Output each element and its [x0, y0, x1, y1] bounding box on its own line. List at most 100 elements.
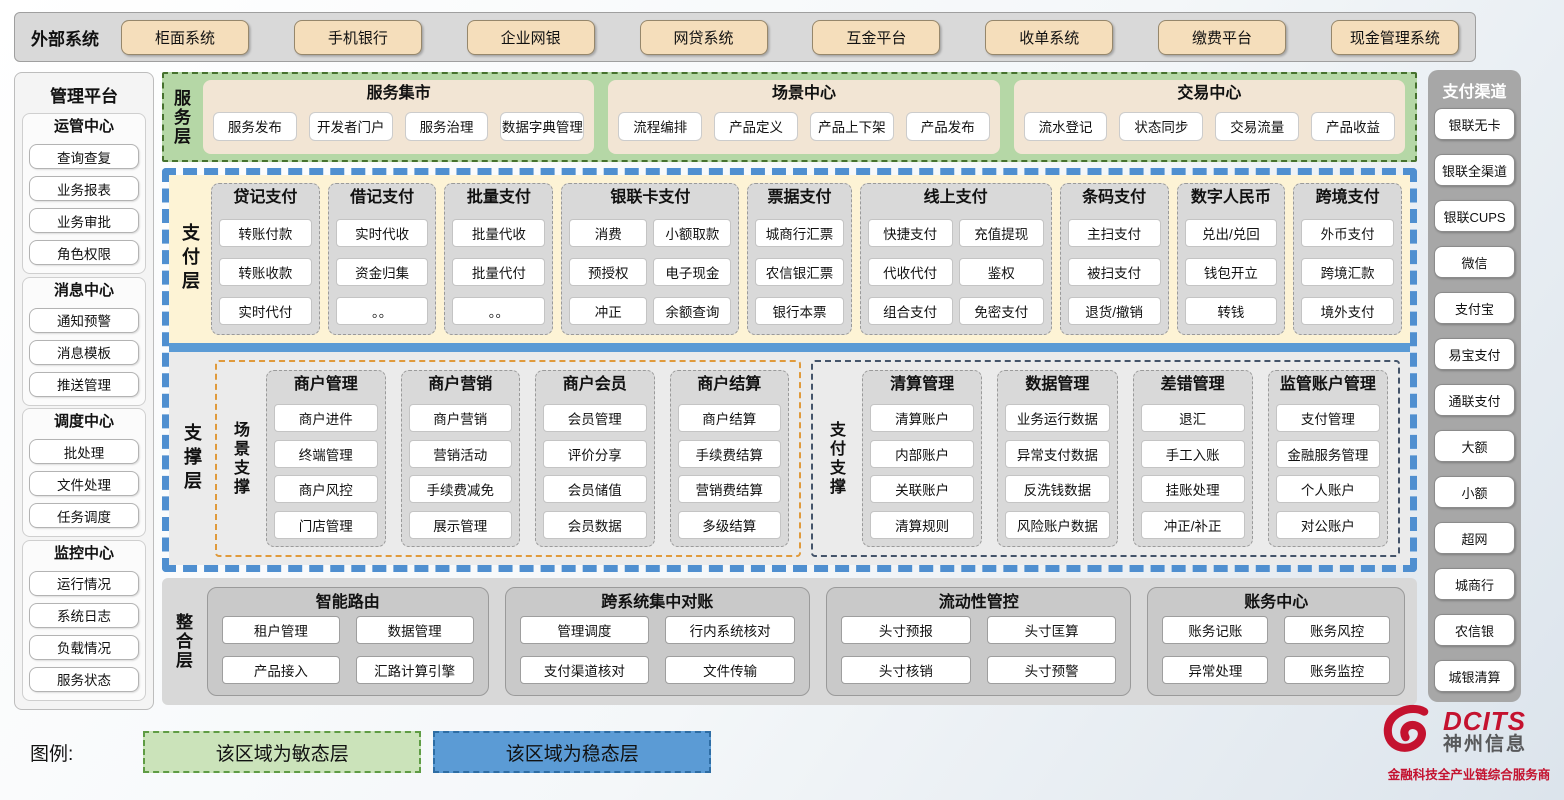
support-function-button[interactable]: 商户风控 [274, 475, 378, 503]
integration-function-button[interactable]: 头寸预报 [841, 616, 971, 644]
service-function-button[interactable]: 服务治理 [405, 112, 489, 141]
service-function-button[interactable]: 状态同步 [1119, 112, 1203, 141]
payment-function-button[interactable]: 银行本票 [755, 297, 843, 325]
support-function-button[interactable]: 清算规则 [870, 511, 974, 539]
service-function-button[interactable]: 流程编排 [618, 112, 702, 141]
payment-channel-button[interactable]: 易宝支付 [1434, 338, 1515, 370]
support-function-button[interactable]: 业务运行数据 [1005, 404, 1109, 432]
support-function-button[interactable]: 评价分享 [543, 440, 647, 468]
external-system-button[interactable]: 现金管理系统 [1331, 20, 1459, 55]
payment-function-button[interactable]: 境外支付 [1301, 297, 1394, 325]
external-system-button[interactable]: 网贷系统 [640, 20, 768, 55]
payment-function-button[interactable]: 鉴权 [959, 258, 1044, 286]
payment-function-button[interactable]: 快捷支付 [868, 219, 953, 247]
integration-function-button[interactable]: 头寸匡算 [987, 616, 1117, 644]
external-system-button[interactable]: 手机银行 [294, 20, 422, 55]
service-function-button[interactable]: 服务发布 [213, 112, 297, 141]
payment-function-button[interactable]: 转账付款 [219, 219, 312, 247]
external-system-button[interactable]: 互金平台 [812, 20, 940, 55]
support-function-button[interactable]: 冲正/补正 [1141, 511, 1245, 539]
payment-function-button[interactable]: 实时代付 [219, 297, 312, 325]
support-function-button[interactable]: 手续费减免 [409, 475, 513, 503]
support-function-button[interactable]: 会员数据 [543, 511, 647, 539]
support-function-button[interactable]: 对公账户 [1276, 511, 1380, 539]
support-function-button[interactable]: 会员管理 [543, 404, 647, 432]
management-menu-button[interactable]: 业务报表 [29, 176, 139, 201]
support-function-button[interactable]: 关联账户 [870, 475, 974, 503]
support-function-button[interactable]: 清算账户 [870, 404, 974, 432]
payment-function-button[interactable]: 跨境汇款 [1301, 258, 1394, 286]
payment-function-button[interactable]: 预授权 [569, 258, 647, 286]
payment-channel-button[interactable]: 银联CUPS [1434, 200, 1515, 232]
service-function-button[interactable]: 产品发布 [906, 112, 990, 141]
service-function-button[interactable]: 交易流量 [1215, 112, 1299, 141]
integration-function-button[interactable]: 行内系统核对 [665, 616, 795, 644]
support-function-button[interactable]: 内部账户 [870, 440, 974, 468]
integration-function-button[interactable]: 管理调度 [520, 616, 650, 644]
payment-function-button[interactable]: 余额查询 [653, 297, 731, 325]
integration-function-button[interactable]: 异常处理 [1162, 656, 1268, 684]
support-function-button[interactable]: 终端管理 [274, 440, 378, 468]
payment-function-button[interactable]: 电子现金 [653, 258, 731, 286]
support-function-button[interactable]: 异常支付数据 [1005, 440, 1109, 468]
integration-function-button[interactable]: 账务记账 [1162, 616, 1268, 644]
payment-function-button[interactable]: 充值提现 [959, 219, 1044, 247]
management-menu-button[interactable]: 运行情况 [29, 571, 139, 596]
external-system-button[interactable]: 柜面系统 [121, 20, 249, 55]
support-function-button[interactable]: 会员储值 [543, 475, 647, 503]
payment-channel-button[interactable]: 城银清算 [1434, 660, 1515, 692]
management-menu-button[interactable]: 角色权限 [29, 240, 139, 265]
integration-function-button[interactable]: 头寸预警 [987, 656, 1117, 684]
support-function-button[interactable]: 商户结算 [678, 404, 782, 432]
management-menu-button[interactable]: 查询查复 [29, 144, 139, 169]
support-function-button[interactable]: 门店管理 [274, 511, 378, 539]
payment-function-button[interactable]: 。。 [336, 297, 429, 325]
support-function-button[interactable]: 金融服务管理 [1276, 440, 1380, 468]
payment-function-button[interactable]: 免密支付 [959, 297, 1044, 325]
service-function-button[interactable]: 产品上下架 [810, 112, 894, 141]
payment-function-button[interactable]: 主扫支付 [1068, 219, 1161, 247]
payment-channel-button[interactable]: 超网 [1434, 522, 1515, 554]
payment-channel-button[interactable]: 大额 [1434, 430, 1515, 462]
payment-channel-button[interactable]: 城商行 [1434, 568, 1515, 600]
payment-function-button[interactable]: 农信银汇票 [755, 258, 843, 286]
management-menu-button[interactable]: 系统日志 [29, 603, 139, 628]
payment-channel-button[interactable]: 银联无卡 [1434, 108, 1515, 140]
management-menu-button[interactable]: 负载情况 [29, 635, 139, 660]
payment-channel-button[interactable]: 通联支付 [1434, 384, 1515, 416]
service-function-button[interactable]: 流水登记 [1024, 112, 1108, 141]
external-system-button[interactable]: 缴费平台 [1158, 20, 1286, 55]
management-menu-button[interactable]: 推送管理 [29, 372, 139, 397]
management-menu-button[interactable]: 服务状态 [29, 667, 139, 692]
payment-function-button[interactable]: 小额取款 [653, 219, 731, 247]
integration-function-button[interactable]: 支付渠道核对 [520, 656, 650, 684]
payment-function-button[interactable]: 消费 [569, 219, 647, 247]
management-menu-button[interactable]: 任务调度 [29, 503, 139, 528]
payment-channel-button[interactable]: 微信 [1434, 246, 1515, 278]
payment-channel-button[interactable]: 小额 [1434, 476, 1515, 508]
support-function-button[interactable]: 营销活动 [409, 440, 513, 468]
payment-function-button[interactable]: 批量代付 [452, 258, 545, 286]
support-function-button[interactable]: 展示管理 [409, 511, 513, 539]
integration-function-button[interactable]: 账务监控 [1284, 656, 1390, 684]
integration-function-button[interactable]: 数据管理 [356, 616, 474, 644]
integration-function-button[interactable]: 头寸核销 [841, 656, 971, 684]
service-function-button[interactable]: 开发者门户 [309, 112, 393, 141]
management-menu-button[interactable]: 通知预警 [29, 308, 139, 333]
management-menu-button[interactable]: 批处理 [29, 439, 139, 464]
payment-channel-button[interactable]: 农信银 [1434, 614, 1515, 646]
support-function-button[interactable]: 退汇 [1141, 404, 1245, 432]
service-function-button[interactable]: 数据字典管理 [500, 112, 584, 141]
support-function-button[interactable]: 多级结算 [678, 511, 782, 539]
support-function-button[interactable]: 风险账户数据 [1005, 511, 1109, 539]
service-function-button[interactable]: 产品定义 [714, 112, 798, 141]
integration-function-button[interactable]: 租户管理 [222, 616, 340, 644]
payment-function-button[interactable]: 实时代收 [336, 219, 429, 247]
payment-function-button[interactable]: 。。 [452, 297, 545, 325]
support-function-button[interactable]: 支付管理 [1276, 404, 1380, 432]
external-system-button[interactable]: 企业网银 [467, 20, 595, 55]
integration-function-button[interactable]: 产品接入 [222, 656, 340, 684]
payment-function-button[interactable]: 退货/撤销 [1068, 297, 1161, 325]
payment-function-button[interactable]: 被扫支付 [1068, 258, 1161, 286]
support-function-button[interactable]: 挂账处理 [1141, 475, 1245, 503]
